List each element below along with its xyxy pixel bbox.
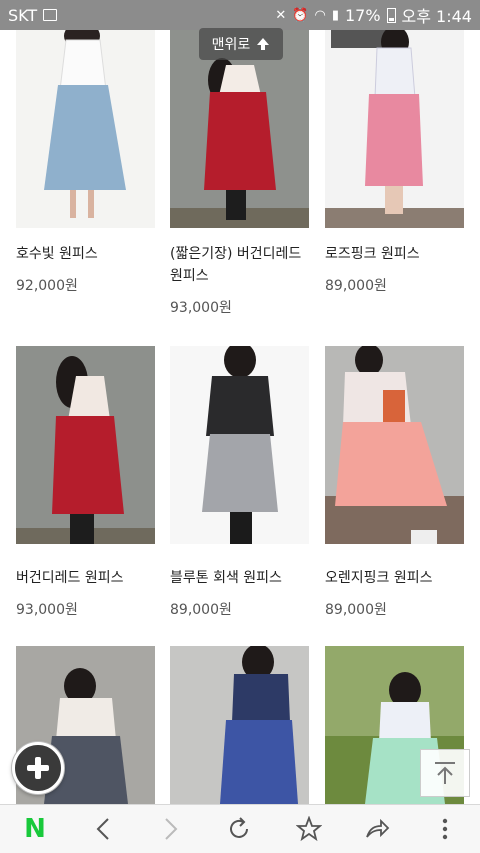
product-price: 93,000원	[16, 602, 78, 618]
alarm-icon: ⏰	[292, 7, 309, 23]
product-name[interactable]: 로즈핑크 원피스	[325, 243, 470, 265]
back-button[interactable]	[78, 805, 128, 853]
dress-photo	[170, 646, 309, 804]
forward-button[interactable]	[146, 805, 196, 853]
product-name[interactable]: (짧은기장) 버건디레드 원피스	[170, 243, 315, 287]
wifi-icon: ◠	[314, 7, 326, 23]
back-to-top-button[interactable]: 맨위로	[199, 28, 283, 60]
product-price: 89,000원	[325, 602, 387, 618]
refresh-icon	[230, 817, 248, 838]
product-name[interactable]: 오렌지핑크 원피스	[325, 567, 470, 589]
product-price: 92,000원	[16, 278, 78, 294]
plus-icon	[27, 757, 49, 779]
mute-icon: ✕	[275, 7, 287, 23]
product-image[interactable]	[170, 346, 309, 544]
back-to-top-label: 맨위로	[211, 37, 251, 53]
product-price: 89,000원	[170, 602, 232, 618]
naver-logo: N	[24, 814, 46, 844]
scroll-top-button[interactable]	[420, 749, 470, 797]
share-button[interactable]	[352, 805, 402, 853]
naver-home-button[interactable]: N	[10, 805, 60, 853]
battery-icon	[386, 7, 396, 23]
product-name[interactable]: 블루톤 회색 원피스	[170, 567, 315, 589]
star-icon	[296, 816, 322, 842]
product-price: 89,000원	[325, 278, 387, 294]
product-image[interactable]	[170, 646, 309, 804]
product-price: 93,000원	[170, 300, 232, 316]
product-image[interactable]	[16, 30, 155, 228]
more-vertical-icon	[442, 818, 448, 840]
dress-photo	[16, 346, 155, 544]
carrier-label: SKT	[8, 5, 38, 25]
scroll-top-icon	[435, 762, 455, 784]
bookmark-button[interactable]	[284, 805, 334, 853]
more-menu-button[interactable]	[420, 805, 470, 853]
product-image[interactable]	[16, 346, 155, 544]
refresh-button[interactable]	[214, 805, 264, 853]
dress-photo	[170, 346, 309, 544]
chevron-left-icon	[96, 818, 109, 840]
battery-percent: 17%	[344, 5, 381, 25]
dress-photo	[325, 346, 464, 544]
clock: 오후 1:44	[401, 7, 472, 26]
browser-toolbar: N	[0, 804, 480, 853]
add-button[interactable]	[12, 742, 64, 794]
arrow-up-icon	[257, 38, 270, 50]
dress-photo	[16, 30, 155, 228]
signal-icon: ▮	[331, 7, 339, 23]
product-image[interactable]	[325, 30, 464, 228]
chevron-right-icon	[165, 818, 178, 840]
product-name[interactable]: 호수빛 원피스	[16, 243, 161, 265]
share-icon	[366, 818, 390, 838]
status-bar: SKT ✕ ⏰ ◠ ▮ 17% 오후 1:44	[0, 0, 480, 30]
product-name[interactable]: 버건디레드 원피스	[16, 567, 161, 589]
product-image[interactable]	[325, 346, 464, 544]
dress-photo	[325, 30, 464, 228]
gallery-notification-icon	[43, 9, 58, 21]
